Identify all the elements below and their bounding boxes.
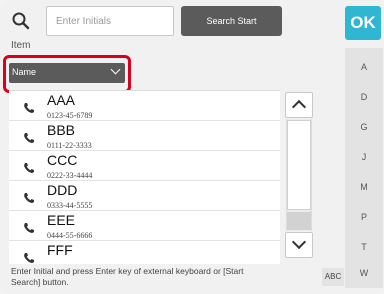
- index-letter[interactable]: D: [345, 92, 383, 102]
- chevron-down-icon: [291, 234, 307, 250]
- index-letter[interactable]: M: [345, 182, 383, 192]
- index-letter[interactable]: G: [345, 122, 383, 132]
- contact-number: 0444-55-6666: [47, 231, 93, 240]
- contact-name: AAA: [47, 92, 76, 108]
- contact-list: AAA 0123-45-6789 BBB 0111-22-3333 CCC 02…: [9, 90, 280, 264]
- scroll-up-button[interactable]: [285, 92, 313, 118]
- contact-name: DDD: [47, 182, 78, 198]
- scrollbar-remainder: [287, 212, 311, 230]
- item-label: Item: [11, 40, 31, 51]
- list-item[interactable]: DDD 0333-44-5555: [9, 181, 280, 211]
- phone-icon: [24, 223, 34, 233]
- search-icon[interactable]: [10, 10, 32, 32]
- contact-number: 0111-22-3333: [47, 141, 92, 150]
- list-item[interactable]: AAA 0123-45-6789: [9, 91, 280, 121]
- contact-number: 0222-33-4444: [47, 171, 93, 180]
- phone-icon: [24, 103, 34, 113]
- ok-button[interactable]: OK: [345, 6, 381, 40]
- index-letter[interactable]: A: [345, 62, 383, 72]
- alphabet-index: A D G J M P T W: [345, 48, 383, 288]
- address-book-screen: Item Search Start OK Name AAA 0123-45-67…: [0, 0, 384, 294]
- index-letter[interactable]: P: [345, 212, 383, 222]
- index-letter[interactable]: J: [345, 152, 383, 162]
- filter-dropdown[interactable]: Name: [9, 63, 125, 83]
- list-item[interactable]: BBB 0111-22-3333: [9, 121, 280, 151]
- filter-dropdown-value: Name: [12, 67, 37, 77]
- abc-button[interactable]: ABC: [322, 268, 344, 286]
- contact-number: 0333-44-5555: [47, 201, 93, 210]
- scrollbar-thumb[interactable]: [287, 120, 311, 210]
- chevron-up-icon: [291, 99, 307, 115]
- contact-number: 0123-45-6789: [47, 111, 93, 120]
- index-letter[interactable]: T: [345, 242, 383, 252]
- contact-name: BBB: [47, 122, 76, 138]
- phone-icon: [24, 163, 34, 173]
- list-item[interactable]: CCC 0222-33-4444: [9, 151, 280, 181]
- contact-name: EEE: [47, 212, 76, 228]
- phone-icon: [24, 253, 34, 263]
- scroll-down-button[interactable]: [285, 232, 313, 258]
- chevron-down-icon: [110, 64, 121, 75]
- phone-icon: [24, 193, 34, 203]
- initials-input[interactable]: [46, 6, 174, 36]
- contact-name: FFF: [47, 242, 73, 258]
- list-item[interactable]: EEE 0444-55-6666: [9, 211, 280, 241]
- contact-name: CCC: [47, 152, 78, 168]
- search-start-button[interactable]: Search Start: [181, 6, 282, 36]
- index-letter[interactable]: W: [345, 268, 383, 278]
- hint-text: Enter Initial and press Enter key of ext…: [11, 266, 244, 287]
- list-item[interactable]: FFF: [9, 241, 280, 264]
- phone-icon: [24, 133, 34, 143]
